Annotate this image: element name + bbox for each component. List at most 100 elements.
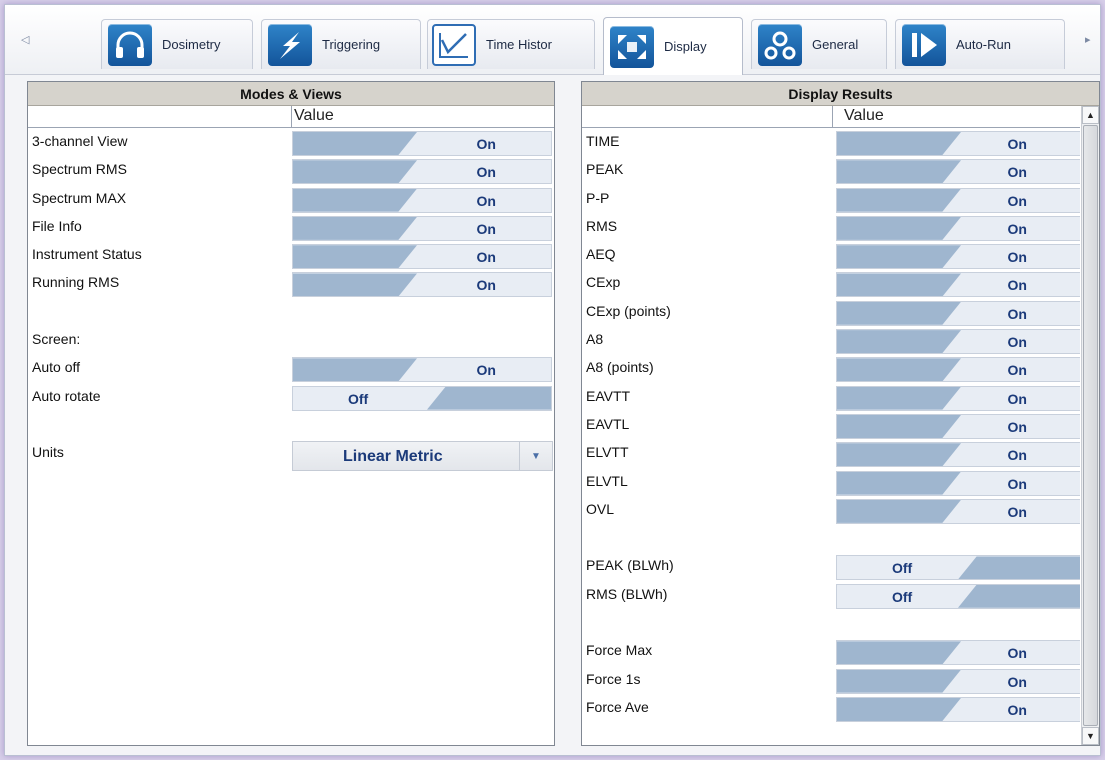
toggle-value: On	[1007, 503, 1027, 520]
expand-arrows-icon	[610, 25, 654, 68]
toggle-auto-rotate[interactable]: Off	[292, 385, 552, 411]
toggle-fill	[837, 273, 961, 297]
toggle-peak[interactable]: On	[836, 159, 1080, 185]
value-column-header: Value	[844, 107, 884, 124]
spacer-row	[28, 411, 554, 439]
tab-time-history[interactable]: Time Histor	[427, 19, 595, 69]
toggle-force-1s[interactable]: On	[836, 668, 1080, 694]
toggle-fill	[837, 216, 961, 240]
toggle-fill	[837, 414, 961, 438]
scroll-thumb[interactable]	[1083, 125, 1098, 726]
tab-auto-run[interactable]: Auto-Run	[895, 19, 1065, 69]
list-item: AEQ On	[582, 241, 1080, 270]
toggle-a8-points[interactable]: On	[836, 357, 1080, 383]
toggle-value: Off	[892, 588, 913, 605]
toggle-value: On	[1007, 277, 1027, 294]
setting-label: Running RMS	[32, 274, 120, 291]
setting-label: AEQ	[586, 246, 616, 263]
toggle-a8[interactable]: On	[836, 329, 1080, 355]
toggle-fill	[293, 245, 417, 269]
list-item: 3-channel View On	[28, 128, 554, 156]
setting-label: A8 (points)	[586, 359, 654, 376]
setting-label: ELVTL	[586, 472, 628, 489]
list-item: RMS (BLWh) Off	[582, 581, 1080, 609]
list-item: File Info On	[28, 213, 554, 241]
section-label-screen: Screen:	[32, 331, 81, 348]
toggle-rms[interactable]: On	[836, 215, 1080, 241]
setting-label: P-P	[586, 189, 610, 206]
setting-label: Force Max	[586, 642, 653, 659]
tab-dosimetry[interactable]: Dosimetry	[101, 19, 253, 69]
toggle-fill	[293, 132, 417, 155]
modes-views-panel: Modes & Views Value 3-channel View On Sp…	[27, 81, 555, 746]
toggle-fill	[837, 471, 961, 495]
spacer-row	[28, 298, 554, 326]
settings-window: ◁ Dosimetry Triggering Time Histor Displ…	[4, 4, 1101, 756]
toggle-fill	[837, 697, 961, 721]
toggle-file-info[interactable]: On	[292, 215, 552, 241]
scroll-up-button[interactable]: ▲	[1082, 106, 1099, 124]
setting-label: CExp	[586, 274, 621, 291]
toggle-value: On	[1007, 136, 1027, 152]
toggle-elvtl[interactable]: On	[836, 470, 1080, 496]
toggle-value: On	[1007, 249, 1027, 266]
toggle-force-ave[interactable]: On	[836, 696, 1080, 722]
tab-scroll-right-button[interactable]: ▸	[1085, 33, 1091, 46]
toggle-p-p[interactable]: On	[836, 187, 1080, 213]
toggle-value: On	[1007, 390, 1027, 407]
display-results-title: Display Results	[582, 82, 1099, 106]
list-item: Force Ave On	[582, 694, 1080, 722]
toggle-fill	[427, 386, 551, 410]
chevron-down-icon[interactable]: ▼	[519, 442, 552, 471]
toggle-aeq[interactable]: On	[836, 244, 1080, 270]
toggle-eavtl[interactable]: On	[836, 413, 1080, 439]
toggle-cexp-points[interactable]: On	[836, 300, 1080, 326]
setting-label: Force Ave	[586, 698, 649, 715]
toggle-time[interactable]: On	[836, 131, 1080, 156]
tab-display[interactable]: Display	[603, 17, 743, 75]
toggle-3-channel-view[interactable]: On	[292, 131, 552, 156]
toggle-spectrum-max[interactable]: On	[292, 187, 552, 213]
toggle-instrument-status[interactable]: On	[292, 244, 552, 270]
results-column-header: Value	[582, 106, 1080, 128]
setting-label: PEAK	[586, 161, 624, 178]
results-scrollbar[interactable]: ▲ ▼	[1081, 106, 1099, 745]
toggle-rms-blwh[interactable]: Off	[836, 583, 1080, 609]
toggle-peak-blwh[interactable]: Off	[836, 555, 1080, 581]
toggle-spectrum-rms[interactable]: On	[292, 159, 552, 185]
toggle-value: On	[1007, 305, 1027, 322]
gears-icon	[758, 23, 802, 66]
toggle-auto-off[interactable]: On	[292, 357, 552, 383]
setting-label: Spectrum MAX	[32, 189, 127, 206]
toggle-cexp[interactable]: On	[836, 272, 1080, 298]
list-item: A8 On	[582, 326, 1080, 355]
list-item: Force Max On	[582, 637, 1080, 666]
setting-label: PEAK (BLWh)	[586, 557, 674, 574]
toggle-value: On	[476, 249, 496, 266]
tab-triggering[interactable]: Triggering	[261, 19, 421, 69]
toggle-fill	[837, 160, 961, 184]
list-item: OVL On	[582, 496, 1080, 524]
scroll-down-button[interactable]: ▼	[1082, 727, 1099, 745]
units-dropdown[interactable]: Linear Metric ▼	[292, 441, 553, 472]
tab-scroll-left-button[interactable]: ◁	[21, 33, 29, 46]
toggle-value: On	[1007, 701, 1027, 718]
toggle-elvtt[interactable]: On	[836, 442, 1080, 468]
toggle-ovl[interactable]: On	[836, 498, 1080, 524]
list-item: Units Linear Metric ▼	[28, 439, 554, 473]
setting-label: EAVTT	[586, 387, 631, 404]
setting-label: Auto rotate	[32, 387, 101, 404]
column-divider	[291, 106, 292, 127]
toggle-fill	[837, 669, 961, 693]
list-item: EAVTT On	[582, 383, 1080, 411]
list-item: Force 1s On	[582, 666, 1080, 694]
list-item: PEAK On	[582, 156, 1080, 185]
toggle-eavtt[interactable]: On	[836, 385, 1080, 411]
tab-general[interactable]: General	[751, 19, 887, 69]
toggle-force-max[interactable]: On	[836, 640, 1080, 666]
setting-label: CExp (points)	[586, 302, 671, 319]
toggle-value: On	[476, 277, 496, 294]
toggle-running-rms[interactable]: On	[292, 272, 552, 298]
spacer-row	[582, 609, 1080, 637]
results-list: Value TIME On PEAK On P-P On RMS On AEQ On CE…	[582, 106, 1080, 745]
